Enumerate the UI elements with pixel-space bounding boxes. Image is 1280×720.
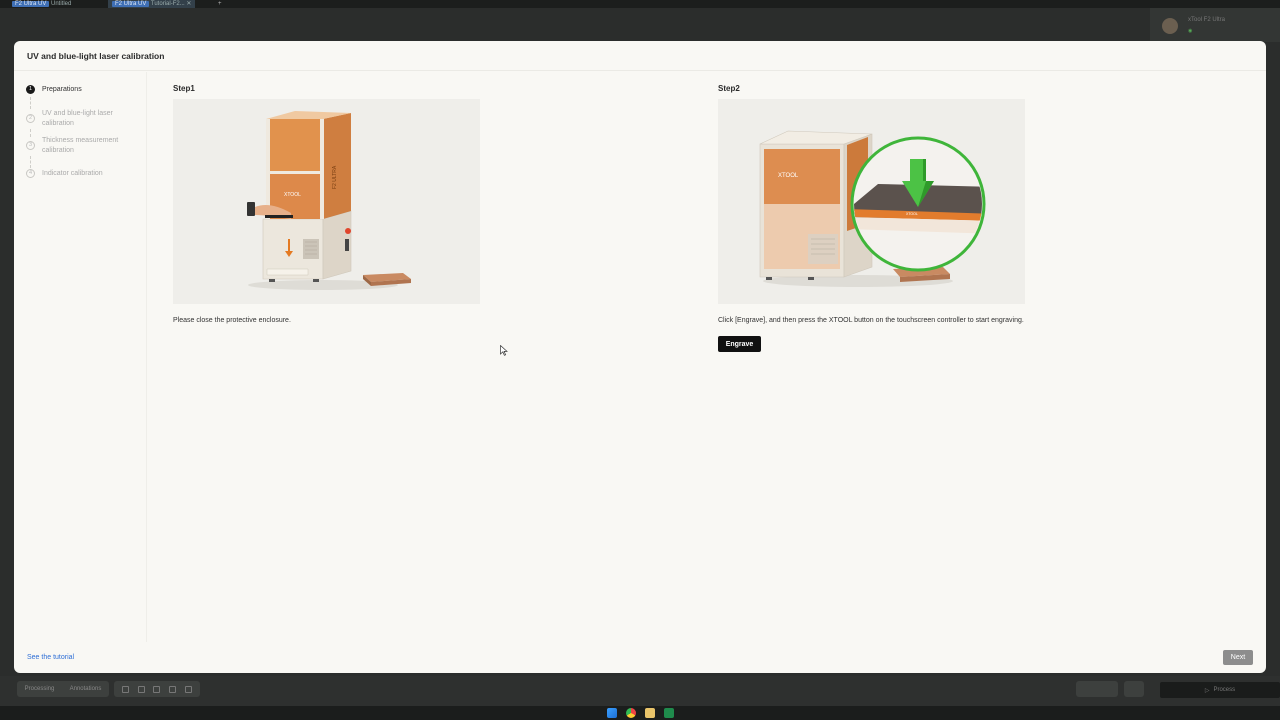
- sidebar-step-thickness-calibration[interactable]: 3 Thickness measurement calibration: [26, 136, 134, 155]
- step1-description: Please close the protective enclosure.: [173, 317, 291, 324]
- background-small-button[interactable]: [1124, 681, 1144, 697]
- step2-heading: Step2: [718, 84, 740, 93]
- dialog-title: UV and blue-light laser calibration: [27, 50, 165, 61]
- steps-sidebar: 1 Preparations 2 UV and blue-light laser…: [14, 72, 147, 642]
- tool-icon[interactable]: [122, 685, 130, 693]
- process-button[interactable]: ▷ Process: [1160, 682, 1280, 698]
- background-tab-tutorial[interactable]: F2 Ultra UV Tutorial-F2... ✕: [108, 0, 196, 8]
- step2-illustration: XTOOL XTOOL: [718, 99, 1025, 304]
- xtool-logo: XTOOL: [284, 192, 301, 198]
- step2-description: Click [Engrave], and then press the XTOO…: [718, 317, 1024, 324]
- tool-icon[interactable]: [137, 685, 145, 693]
- svg-text:XTOOL: XTOOL: [906, 212, 918, 216]
- background-device-panel: xTool F2 Ultra ◉: [1150, 8, 1280, 42]
- tool-icon[interactable]: [153, 685, 161, 693]
- step-connector: [30, 97, 31, 109]
- see-tutorial-link[interactable]: See the tutorial: [27, 654, 74, 661]
- step-number-badge: 4: [26, 169, 35, 178]
- next-button[interactable]: Next: [1223, 650, 1253, 665]
- tab-close-icon[interactable]: ✕: [186, 1, 191, 7]
- windows-start-icon[interactable]: [606, 708, 617, 718]
- step-number-badge: 2: [26, 114, 35, 123]
- tab-device-chip: F2 Ultra UV: [112, 1, 150, 7]
- svg-text:F2 ULTRA: F2 ULTRA: [332, 165, 338, 189]
- step-number-badge: 3: [26, 141, 35, 150]
- background-toolbar: [114, 681, 200, 697]
- step-label: Indicator calibration: [42, 170, 103, 177]
- excel-icon[interactable]: [663, 708, 674, 718]
- tab-device-chip: F2 Ultra UV: [12, 1, 50, 7]
- step1-heading: Step1: [173, 84, 195, 93]
- step1-illustration: XTOOL F2 ULTRA: [173, 99, 480, 304]
- tool-icon[interactable]: [184, 685, 192, 693]
- calibration-dialog: UV and blue-light laser calibration 1 Pr…: [14, 41, 1266, 673]
- background-action-button[interactable]: [1076, 681, 1118, 697]
- step-label: Thickness measurement calibration: [42, 137, 119, 154]
- os-taskbar: [0, 706, 1280, 720]
- mode-tab-processing[interactable]: Processing: [25, 686, 55, 692]
- play-icon: ▷: [1204, 687, 1210, 694]
- tab-label: Tutorial-F2...: [150, 1, 185, 7]
- mode-tab-annotations[interactable]: Annotations: [70, 686, 102, 692]
- new-tab-icon[interactable]: +: [214, 0, 226, 8]
- machine-engrave-image: XTOOL XTOOL: [759, 130, 986, 287]
- tab-label: Untitled: [51, 1, 72, 7]
- step-label: Preparations: [42, 86, 82, 93]
- xtool-logo: XTOOL: [778, 173, 799, 179]
- mouse-cursor-icon: [500, 345, 508, 356]
- sidebar-step-indicator-calibration[interactable]: 4 Indicator calibration: [26, 169, 134, 179]
- device-name: xTool F2 Ultra: [1188, 17, 1226, 23]
- file-explorer-icon[interactable]: [644, 708, 655, 718]
- process-label: Process: [1213, 687, 1236, 693]
- step-connector: [30, 156, 31, 168]
- background-tab-untitled[interactable]: F2 Ultra UV Untitled: [8, 0, 75, 8]
- tool-icon[interactable]: [169, 685, 177, 693]
- chrome-icon[interactable]: [625, 708, 636, 718]
- step-number-badge: 1: [26, 85, 35, 94]
- sidebar-step-laser-calibration[interactable]: 2 UV and blue-light laser calibration: [26, 109, 134, 128]
- machine-close-enclosure-image: XTOOL F2 ULTRA: [247, 111, 411, 290]
- step-label: UV and blue-light laser calibration: [42, 110, 113, 127]
- device-avatar: [1162, 18, 1178, 34]
- background-mode-switch[interactable]: Processing Annotations: [17, 681, 109, 697]
- engrave-button[interactable]: Engrave: [718, 336, 761, 352]
- wifi-icon: ◉: [1188, 28, 1193, 34]
- sidebar-step-preparations[interactable]: 1 Preparations: [26, 85, 134, 95]
- dialog-header: UV and blue-light laser calibration: [14, 41, 1266, 71]
